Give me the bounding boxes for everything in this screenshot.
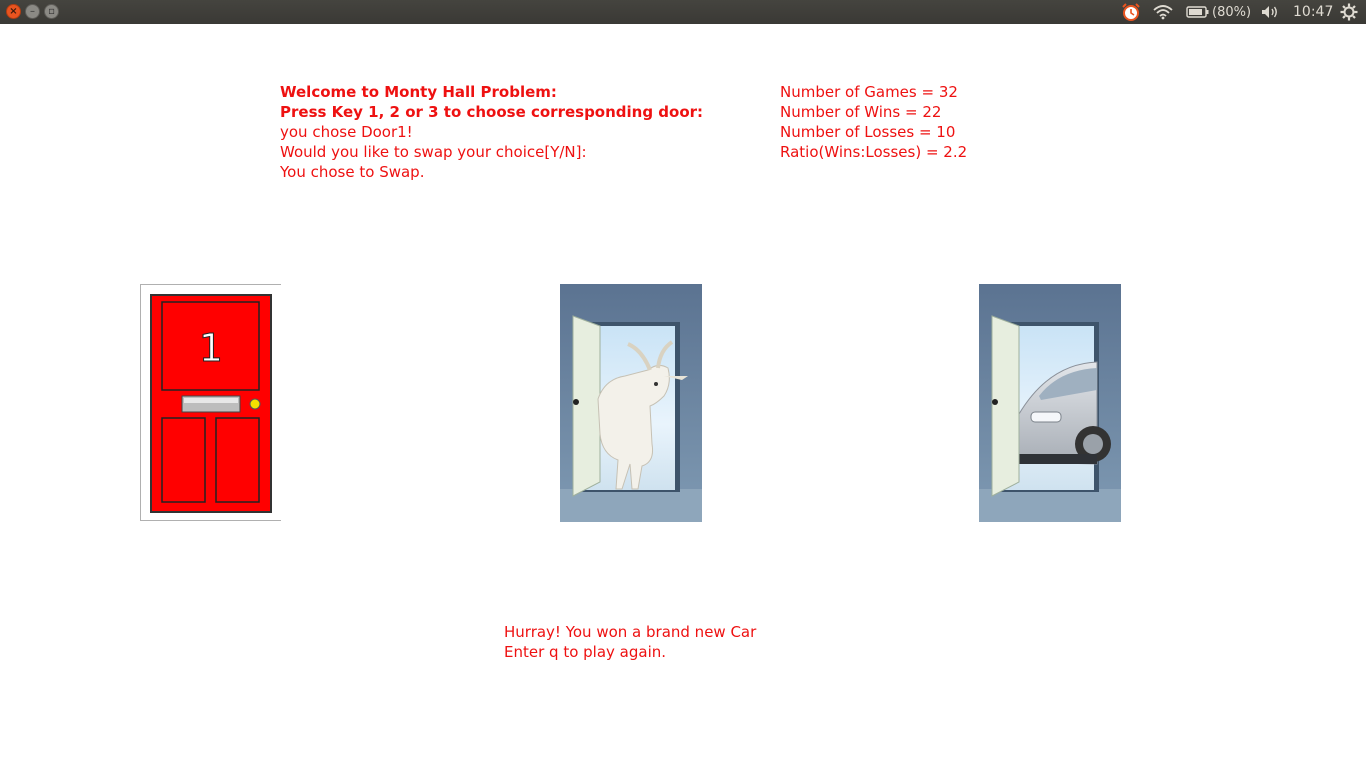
goat-behind-door-icon [560, 284, 702, 522]
games-count: Number of Games = 32 [780, 83, 958, 101]
play-again-message: Enter q to play again. [504, 643, 667, 661]
door-3[interactable] [979, 284, 1121, 522]
settings-gear-icon[interactable] [1340, 0, 1358, 24]
close-window-button[interactable]: × [6, 4, 21, 19]
alarm-clock-icon[interactable] [1120, 0, 1142, 24]
door-1-number: 1 [199, 326, 223, 370]
result-text: Hurray! You won a brand new Car Enter q … [504, 622, 756, 662]
swap-prompt-line: Would you like to swap your choice[Y/N]: [280, 143, 587, 161]
welcome-line: Welcome to Monty Hall Problem: [280, 83, 557, 101]
volume-icon[interactable] [1260, 0, 1280, 24]
car-behind-door-icon [979, 284, 1121, 522]
stats-panel: Number of Games = 32 Number of Wins = 22… [780, 82, 967, 162]
battery-percent: (80%) [1212, 4, 1252, 20]
win-message: Hurray! You won a brand new Car [504, 623, 757, 641]
swap-result-line: You chose to Swap. [280, 163, 425, 181]
losses-count: Number of Losses = 10 [780, 123, 956, 141]
wins-count: Number of Wins = 22 [780, 103, 942, 121]
top-panel: × – ▫ (80%) 10:47 [0, 0, 1366, 24]
clock[interactable]: 10:47 [1293, 0, 1333, 24]
intro-text: Welcome to Monty Hall Problem: Press Key… [280, 82, 703, 182]
maximize-window-button[interactable]: ▫ [44, 4, 59, 19]
win-loss-ratio: Ratio(Wins:Losses) = 2.2 [780, 143, 968, 161]
instruction-line: Press Key 1, 2 or 3 to choose correspond… [280, 103, 704, 121]
wifi-icon[interactable] [1152, 0, 1174, 24]
closed-door-icon: 1 [140, 284, 281, 521]
door-2[interactable] [560, 284, 702, 522]
battery-icon [1186, 6, 1209, 18]
battery-indicator[interactable]: (80%) [1186, 0, 1251, 24]
minimize-window-button[interactable]: – [25, 4, 40, 19]
door-1[interactable]: 1 [140, 284, 281, 522]
choice-line: you chose Door1! [280, 123, 413, 141]
